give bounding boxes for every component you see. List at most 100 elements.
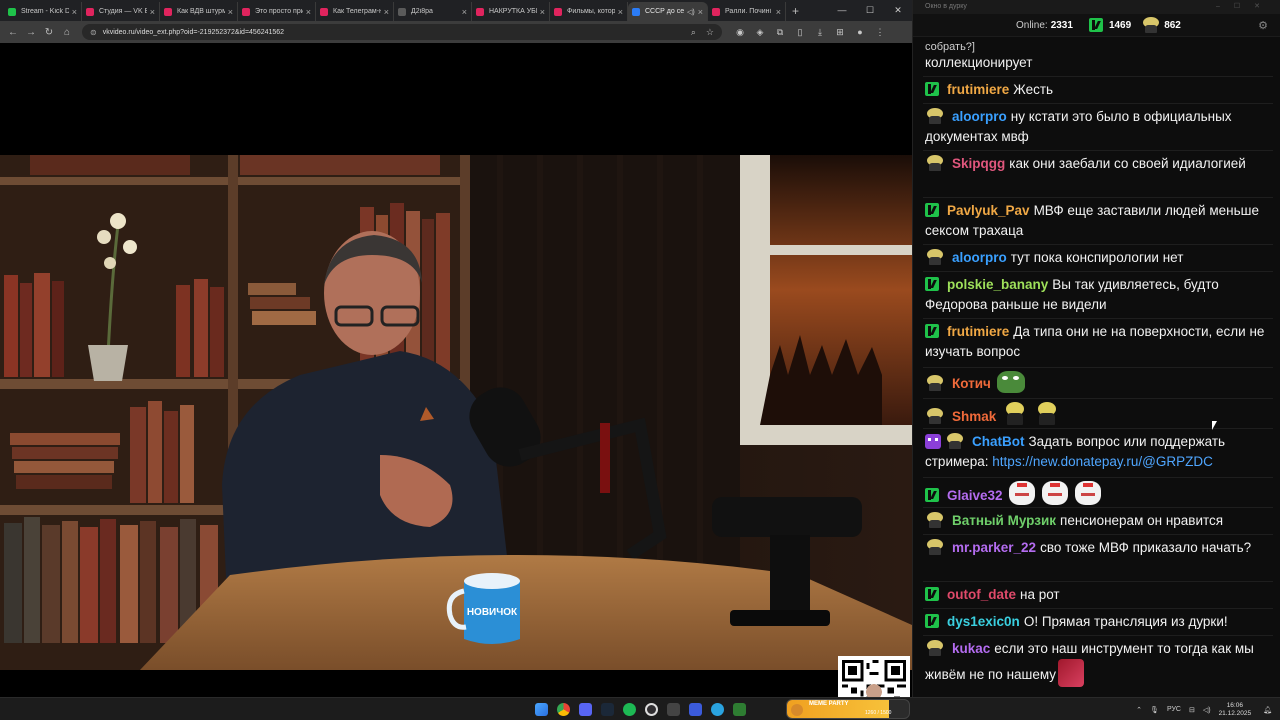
chat-username[interactable]: Ватный Мурзик [952,513,1056,528]
kick-badge-icon [925,277,939,291]
chat-username[interactable]: Pavlyuk_Pav [947,203,1030,218]
chat-username[interactable]: frutimiere [947,82,1009,97]
network-icon[interactable]: ⊟ [1189,706,1195,714]
settings-gear-icon[interactable]: ⚙ [1258,19,1268,32]
vk-badge-icon [925,408,945,424]
video-player[interactable]: НОВИЧОК [0,155,912,670]
browser-tab[interactable]: Как Телеграм-н × [316,2,394,21]
site-info-icon[interactable]: ⊜ [90,28,97,37]
telegram-icon[interactable] [711,703,724,716]
meme-party-widget[interactable]: MEME PARTY 1260 / 1500 [786,699,910,719]
volume-icon[interactable]: ◁) [1203,706,1211,714]
notification-bell-icon[interactable]: 🔔︎ [1263,706,1272,714]
zoom-icon[interactable]: ⌕ [691,27,696,38]
microphone-tray-icon[interactable]: 🎙︎ [1150,706,1159,714]
minimize-button[interactable]: — [828,0,856,21]
browser-tab[interactable]: Как ВДВ штурмі × [160,2,238,21]
browser-tab[interactable]: Это просто при × [238,2,316,21]
chat-username[interactable]: ChatBot [972,434,1025,449]
discord-icon[interactable] [579,703,592,716]
browser-tab[interactable]: Д2і8ра × [394,2,472,21]
puzzle-extensions-icon[interactable]: ⧉ [770,27,790,38]
tab-search-icon[interactable]: ⊞ [830,27,850,38]
url-text: vkvideo.ru/video_ext.php?oid=-219252372&… [102,28,285,36]
tab-favicon-icon [712,7,720,16]
chat-username[interactable]: kukac [952,641,990,656]
tab-favicon-icon [8,7,16,16]
browser-tab[interactable]: Фильмы, которі × [550,2,628,21]
vk-badge-icon [925,155,945,171]
chat-username[interactable]: outof_date [947,587,1016,602]
media-player-icon[interactable] [689,703,702,716]
obs-icon[interactable] [645,703,658,716]
chat-message: Glaive32 [925,481,1269,506]
close-window-button[interactable]: ✕ [884,0,912,21]
chat-username[interactable]: Shmak [952,409,996,424]
forward-arrow-icon[interactable]: → [22,27,40,38]
tab-favicon-icon [86,7,94,16]
sidebar-icon[interactable]: ▯ [790,27,810,38]
windows-start-icon[interactable] [535,703,548,716]
download-icon[interactable]: ⤓ [810,27,830,38]
language-indicator[interactable]: РУС [1167,706,1181,713]
bookmark-star-icon[interactable]: ☆ [706,27,714,38]
app-icon-2[interactable] [733,703,746,716]
chat-username[interactable]: dys1exic0n [947,614,1020,629]
tab-close-icon[interactable]: × [150,7,155,17]
tab-close-icon[interactable]: × [72,7,77,17]
tray-chevron-icon[interactable]: ⌃ [1136,706,1142,714]
tab-close-icon[interactable]: × [776,7,781,17]
browser-tab[interactable]: СССР до се ◁) × [628,2,708,21]
tab-title: Фильмы, которі [567,8,615,15]
chat-divider [923,608,1273,609]
tab-close-icon[interactable]: × [540,7,545,17]
chat-username[interactable]: aloorpro [952,109,1007,124]
kick-viewers: 1469 [1088,18,1131,32]
clock[interactable]: 16:06 21.12.2025 [1219,702,1252,718]
tab-close-icon[interactable]: × [306,7,311,17]
chat-username[interactable]: frutimiere [947,324,1009,339]
tab-close-icon[interactable]: × [384,7,389,17]
spotify-icon[interactable] [623,703,636,716]
chrome-icon[interactable] [557,703,570,716]
chat-username[interactable]: polskie_banany [947,277,1048,292]
chat-window: Окно в дурку –☐✕ Online: 2331 1469 862 ⚙ … [912,0,1280,697]
reload-icon[interactable]: ↻ [40,27,58,38]
browser-tab[interactable]: Ралли. Почині × [708,2,786,21]
chat-username[interactable]: aloorpro [952,250,1007,265]
chat-divider [923,534,1273,535]
browser-menu-icon[interactable]: ⋮ [870,27,890,38]
back-arrow-icon[interactable]: ← [4,27,22,38]
head-emote-icon [1002,402,1028,426]
chat-username[interactable]: Skipqgg [952,156,1005,171]
chat-message-text: О! Прямая трансляция из дурки! [1023,614,1228,629]
maximize-button[interactable]: ☐ [856,0,884,21]
extension-icon[interactable]: ◉ [730,27,750,38]
chat-username[interactable]: Glaive32 [947,488,1003,503]
doc-emote-icon [1074,481,1101,505]
chat-message-text: Жесть [1013,82,1054,97]
browser-tab[interactable]: Stream - Kick Di × [4,2,82,21]
chat-message: dys1exic0n О! Прямая трансляция из дурки! [925,612,1269,632]
extension-badge-icon[interactable]: ◈ [750,27,770,38]
tab-close-icon[interactable]: × [618,7,623,17]
clock-time: 16:06 [1226,701,1243,709]
chat-divider [923,197,1273,198]
chat-message: Ватный Мурзик пенсионерам он нравится [925,511,1269,531]
new-tab-button[interactable]: + [792,2,799,21]
chat-username[interactable]: Котич [952,376,991,391]
profile-icon[interactable]: ● [850,27,870,38]
browser-tab[interactable]: Студия — VK Ві × [82,2,160,21]
address-bar[interactable]: ⊜ vkvideo.ru/video_ext.php?oid=-21925237… [82,24,722,40]
steam-icon[interactable] [601,703,614,716]
chat-username[interactable]: mr.parker_22 [952,540,1036,555]
tab-audio-icon[interactable]: ◁) [687,8,695,16]
browser-tab[interactable]: НАКРУТКА УБИ × [472,2,550,21]
home-icon[interactable]: ⌂ [58,27,76,38]
chat-window-controls[interactable]: –☐✕ [1216,0,1274,14]
app-icon[interactable] [667,703,680,716]
tab-close-icon[interactable]: × [462,7,467,17]
tab-close-icon[interactable]: × [698,7,703,17]
tab-close-icon[interactable]: × [228,7,233,17]
donate-link[interactable]: https://new.donatepay.ru/@GRPZDC [992,454,1213,469]
